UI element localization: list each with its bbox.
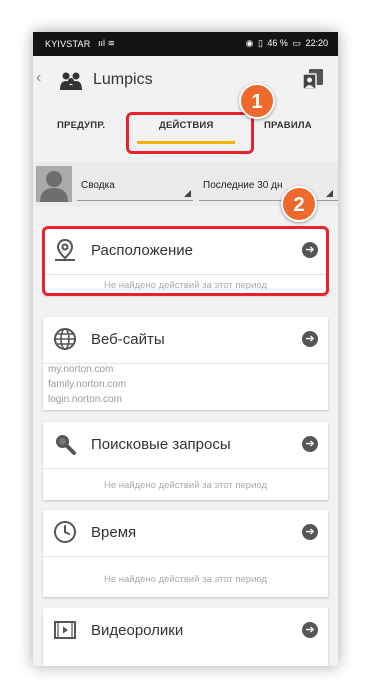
vibrate-icon: ▯ <box>257 38 263 48</box>
tab-alerts[interactable]: ПРЕДУПР. <box>57 120 105 131</box>
website-item[interactable]: login.norton.com <box>48 392 126 407</box>
arrow-right-icon[interactable]: ➔ <box>302 331 318 347</box>
battery-icon: ▭ <box>292 38 301 48</box>
video-card[interactable]: Видеоролики ➔ <box>43 608 328 666</box>
summary-select[interactable]: Сводка <box>81 180 115 191</box>
child-avatar[interactable] <box>36 166 72 202</box>
annotation-badge-1: 1 <box>239 83 275 119</box>
time-title: Время <box>91 524 137 541</box>
card-divider <box>43 556 328 557</box>
signal-wifi-icon: ııl ≋ <box>98 38 116 48</box>
globe-icon <box>54 328 76 350</box>
arrow-right-icon[interactable]: ➔ <box>302 524 318 540</box>
arrow-right-icon[interactable]: ➔ <box>302 436 318 452</box>
person-silhouette-icon <box>40 171 68 202</box>
video-card-header[interactable]: Видеоролики ➔ <box>43 608 328 652</box>
search-empty-note: Не найдено действий за этот период <box>103 480 267 491</box>
eye-icon: ◉ <box>245 38 254 48</box>
status-bar: KYIVSTAR ııl ≋ ◉ ▯ 46 % ▭ 22:20 <box>33 32 338 56</box>
status-right: ◉ ▯ 46 % ▭ 22:20 <box>244 38 328 49</box>
app-title: Lumpics <box>93 71 153 88</box>
phone-screen: KYIVSTAR ııl ≋ ◉ ▯ 46 % ▭ 22:20 ‹ Lumpic… <box>33 32 338 666</box>
card-divider <box>43 468 328 469</box>
child-profile-icon[interactable] <box>302 68 324 90</box>
clock-icon <box>54 521 76 543</box>
website-list: my.norton.com family.norton.com login.no… <box>48 362 126 407</box>
time-empty-note: Не найдено действий за этот период <box>103 574 267 585</box>
period-underline <box>199 200 338 201</box>
website-item[interactable]: my.norton.com <box>48 362 126 377</box>
back-chevron-icon[interactable]: ‹ <box>36 69 41 87</box>
annotation-badge-2: 2 <box>281 186 317 222</box>
carrier-label: KYIVSTAR <box>45 39 91 49</box>
search-title: Поисковые запросы <box>91 436 231 453</box>
tab-rules[interactable]: ПРАВИЛА <box>264 120 312 131</box>
annotation-highlight-location <box>42 226 329 296</box>
search-card-header[interactable]: Поисковые запросы ➔ <box>43 422 328 466</box>
time-card[interactable]: Время ➔ Не найдено действий за этот пери… <box>43 510 328 597</box>
search-card[interactable]: Поисковые запросы ➔ Не найдено действий … <box>43 422 328 500</box>
search-icon <box>56 435 76 455</box>
websites-card-header[interactable]: Веб-сайты ➔ <box>43 317 328 361</box>
time-card-header[interactable]: Время ➔ <box>43 510 328 554</box>
video-icon <box>54 621 76 639</box>
period-dropdown-icon <box>326 190 333 197</box>
summary-dropdown-icon <box>184 190 191 197</box>
summary-underline <box>77 200 193 201</box>
video-title: Видеоролики <box>91 622 184 639</box>
websites-title: Веб-сайты <box>91 331 165 348</box>
period-select[interactable]: Последние 30 дн <box>203 180 282 191</box>
battery-percent: 46 % <box>267 38 288 48</box>
family-icon <box>60 72 82 90</box>
app-bar: ‹ Lumpics <box>33 56 338 104</box>
arrow-right-icon[interactable]: ➔ <box>302 622 318 638</box>
clock: 22:20 <box>305 38 328 48</box>
annotation-highlight-tab <box>126 112 254 154</box>
website-item[interactable]: family.norton.com <box>48 377 126 392</box>
